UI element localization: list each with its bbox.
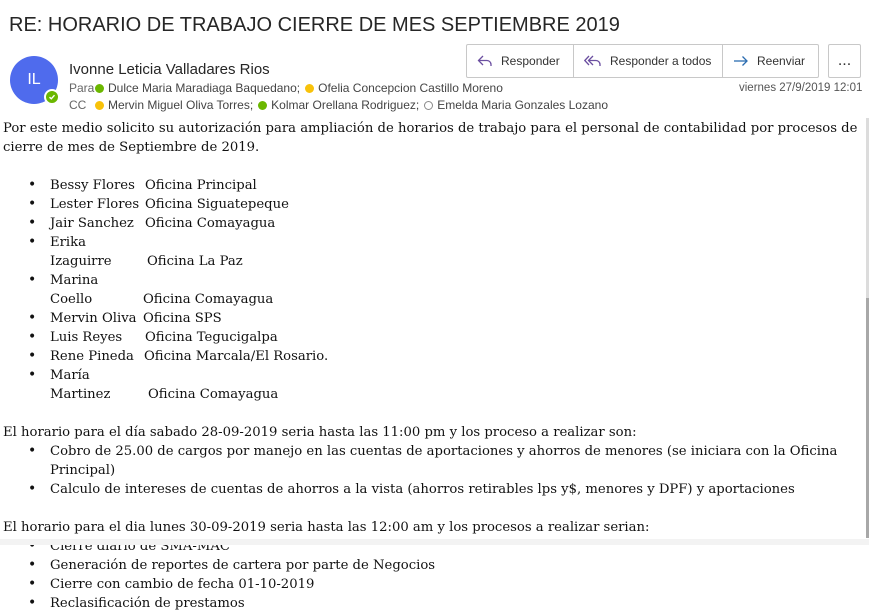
reply-label: Responder [501, 54, 560, 68]
list-item: Marina Coello Oficina Comayagua [28, 271, 858, 309]
list-item: Reclasificación de prestamos [28, 594, 858, 613]
saturday-task-list: Cobro de 25.00 de cargos por manejo en l… [3, 442, 858, 499]
staff-name: Mervin Oliva [50, 311, 137, 326]
list-item: Bessy Flores Oficina Principal [28, 176, 858, 195]
list-item: María Martinez Oficina Comayagua [28, 366, 858, 404]
list-item: Mervin Oliva Oficina SPS [28, 309, 858, 328]
to-label: Para [69, 81, 95, 95]
recipient-status-icon [424, 100, 434, 110]
recipient-status-icon [95, 83, 104, 93]
staff-office: Oficina Comayagua [143, 292, 274, 307]
staff-office: Oficina Principal [145, 178, 257, 193]
staff-office: Oficina Marcala/El Rosario. [144, 349, 329, 364]
cc-line: CC Mervin Miguel Oliva Torres; Kolmar Or… [69, 98, 613, 112]
bottom-edge [0, 539, 869, 545]
staff-office: Oficina Tegucigalpa [145, 330, 278, 345]
list-item: Cierre con cambio de fecha 01-10-2019 [28, 575, 858, 594]
staff-office: Oficina Comayagua [148, 387, 279, 402]
reply-all-label: Responder a todos [610, 54, 712, 68]
staff-name: Rene Pineda [50, 349, 134, 364]
forward-button[interactable]: Reenviar [723, 45, 818, 77]
saturday-heading: El horario para el día sabado 28-09-2019… [3, 425, 637, 440]
recipient-status-icon [305, 83, 315, 93]
list-item: Erika Izaguirre Oficina La Paz [28, 233, 858, 271]
sent-datetime: viernes 27/9/2019 12:01 [739, 82, 863, 94]
staff-office: Oficina SPS [143, 311, 222, 326]
list-item: Cobro de 25.00 de cargos por manejo en l… [28, 442, 858, 480]
list-item: Calculo de intereses de cuentas de ahorr… [28, 480, 858, 499]
recipient-name[interactable]: Mervin Miguel Oliva Torres; [108, 98, 253, 112]
email-subject: RE: HORARIO DE TRABAJO CIERRE DE MES SEP… [9, 14, 620, 36]
reply-button[interactable]: Responder [467, 45, 574, 77]
forward-label: Reenviar [757, 54, 806, 68]
staff-office: Oficina La Paz [147, 254, 243, 269]
list-item: Generación de reportes de cartera por pa… [28, 556, 858, 575]
staff-office: Oficina Comayagua [145, 216, 276, 231]
presence-available-icon [44, 89, 60, 105]
staff-name: Bessy Flores [50, 178, 135, 193]
staff-name: Marina Coello [50, 273, 99, 307]
reply-all-icon [584, 55, 601, 66]
more-actions-button[interactable]: ... [828, 44, 861, 78]
recipient-status-icon [95, 100, 104, 110]
staff-list: Bessy Flores Oficina Principal Lester Flo… [3, 176, 858, 404]
list-item: Rene Pineda Oficina Marcala/El Rosario. [28, 347, 858, 366]
staff-office: Oficina Siguatepeque [145, 197, 289, 212]
list-item: Luis Reyes Oficina Tegucigalpa [28, 328, 858, 347]
intro-paragraph: Por este medio solicito su autorización … [3, 121, 858, 155]
to-line: Para Dulce Maria Maradiaga Baquedano; Of… [69, 81, 508, 95]
list-item: Lester Flores Oficina Siguatepeque [28, 195, 858, 214]
staff-name: Erika Izaguirre [50, 235, 112, 269]
reply-all-button[interactable]: Responder a todos [574, 45, 723, 77]
staff-name: María Martinez [50, 368, 111, 402]
list-item: Jair Sanchez Oficina Comayagua [28, 214, 858, 233]
recipient-status-icon [258, 100, 268, 110]
forward-arrow-icon [734, 56, 748, 66]
staff-name: Luis Reyes [50, 330, 123, 345]
reply-icon [477, 55, 492, 66]
avatar-initials: IL [27, 71, 41, 88]
monday-heading: El horario para el dia lunes 30-09-2019 … [3, 520, 650, 535]
sender-name[interactable]: Ivonne Leticia Valladares Rios [69, 61, 270, 78]
recipient-name[interactable]: Dulce Maria Maradiaga Baquedano; [108, 81, 300, 95]
more-icon: ... [837, 52, 852, 69]
recipient-name[interactable]: Emelda Maria Gonzales Lozano [437, 98, 608, 112]
message-actions: Responder Responder a todos Reenviar [466, 44, 819, 78]
staff-name: Lester Flores [50, 197, 140, 212]
cc-label: CC [69, 98, 87, 112]
staff-name: Jair Sanchez [50, 216, 134, 231]
recipient-name[interactable]: Ofelia Concepcion Castillo Moreno [318, 81, 503, 95]
recipient-name[interactable]: Kolmar Orellana Rodriguez; [271, 98, 419, 112]
monday-task-list: Cierre diario de SMA-MAC Generación de r… [3, 537, 858, 613]
